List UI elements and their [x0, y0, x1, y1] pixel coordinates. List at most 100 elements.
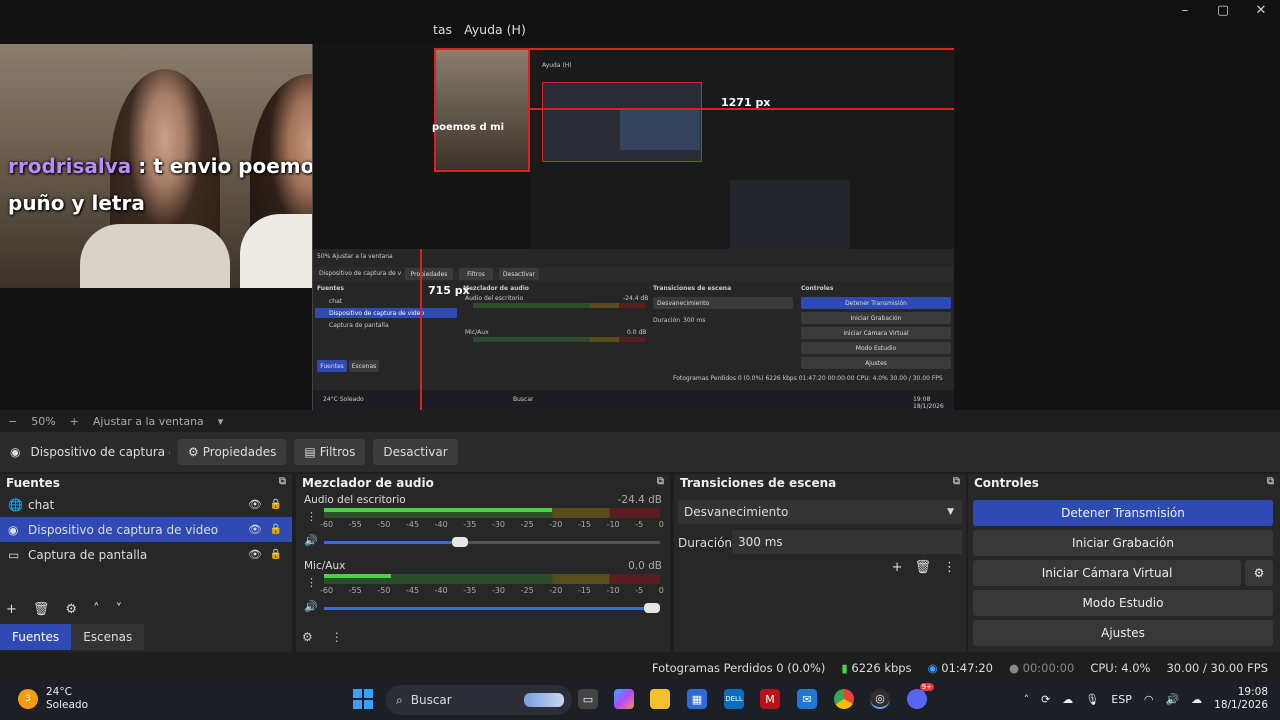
onedrive-icon[interactable]: ☁ [1062, 693, 1073, 706]
undock-icon[interactable]: ⧉ [1267, 476, 1274, 487]
undock-icon[interactable]: ⧉ [657, 476, 664, 487]
copilot-icon[interactable] [614, 689, 634, 709]
stop-stream-button[interactable]: Detener Transmisión [973, 500, 1273, 526]
volume-knob[interactable] [452, 537, 469, 547]
source-label: Captura de pantalla [28, 547, 148, 562]
nested-mixer-ch2: Mic/Aux [465, 329, 489, 336]
store-icon[interactable]: ▦ [687, 689, 707, 709]
duration-input[interactable]: 300 ms [732, 530, 962, 554]
add-transition-icon[interactable]: + [892, 560, 903, 575]
zoom-in-button[interactable]: + [70, 415, 79, 428]
lock-icon[interactable]: 🔒 [270, 499, 282, 510]
gear-icon[interactable]: ⚙ [65, 602, 77, 617]
tick-label: -50 [377, 586, 391, 595]
tab-scenes[interactable]: Escenas [71, 624, 145, 650]
microphone-icon[interactable]: 🎙 [1085, 693, 1099, 706]
discord-icon[interactable]: 9+ [907, 683, 934, 709]
advanced-audio-icon[interactable]: ⚙ [302, 630, 313, 644]
source-item[interactable]: ◉ Dispositivo de captura de video 👁 🔒 [0, 517, 292, 542]
clock[interactable]: 19:08 18/1/2026 [1214, 686, 1268, 712]
fit-to-window[interactable]: Ajustar a la ventana [93, 415, 204, 428]
minimize-button[interactable]: – [1166, 0, 1204, 20]
transitions-title: Transiciones de escena [680, 476, 837, 490]
sync-icon[interactable]: ⟳ [1041, 693, 1050, 706]
close-button[interactable]: ✕ [1242, 0, 1280, 20]
mixer-menu-icon[interactable]: ⋮ [331, 630, 343, 644]
filters-button[interactable]: ▤ Filtros [294, 439, 366, 465]
wifi-icon[interactable]: ◠ [1144, 693, 1154, 706]
volume-icon[interactable]: 🔊 [304, 600, 318, 613]
start-recording-button[interactable]: Iniciar Grabación [973, 530, 1273, 556]
chrome-icon[interactable] [834, 689, 854, 709]
volume-icon[interactable]: 🔊 [1165, 693, 1179, 706]
dell-icon[interactable]: DELL [724, 689, 744, 709]
trash-icon[interactable]: 🗑 [914, 560, 931, 575]
volume-slider-fill [324, 541, 469, 544]
nested-ctrl-4: Modo Estudio [801, 342, 951, 354]
tick-label: -35 [463, 586, 477, 595]
source-item[interactable]: ▭ Captura de pantalla 👁 🔒 [0, 542, 292, 567]
maximize-button[interactable]: ▢ [1204, 0, 1242, 20]
undock-icon[interactable]: ⧉ [953, 476, 960, 487]
tick-label: -45 [405, 586, 420, 595]
studio-mode-button[interactable]: Modo Estudio [973, 590, 1273, 616]
height-guide-label: 715 px [428, 284, 470, 297]
lock-icon[interactable]: 🔒 [270, 524, 282, 535]
file-explorer-icon[interactable] [650, 689, 670, 709]
properties-button[interactable]: ⚙ Propiedades [178, 439, 287, 465]
nested-mixer-ch1: Audio del escritorio [465, 295, 524, 302]
transition-select[interactable]: Desvanecimiento ▼ [678, 500, 962, 524]
volume-slider[interactable] [324, 537, 660, 547]
channel-menu-icon[interactable]: ⋮ [306, 510, 317, 523]
menu-item-tools[interactable]: tas [433, 22, 452, 37]
zoom-dropdown-icon[interactable]: ▾ [218, 415, 224, 428]
tab-sources[interactable]: Fuentes [0, 624, 72, 650]
obs-icon[interactable]: ◎ [870, 689, 890, 709]
menu-item-help[interactable]: Ayuda (H) [464, 22, 526, 37]
zoom-out-button[interactable]: − [8, 415, 17, 428]
windows-start-icon[interactable] [353, 689, 373, 709]
volume-slider[interactable] [324, 603, 660, 613]
nested-ctrl-2: Iniciar Grabación [801, 312, 951, 324]
cloud-icon[interactable]: ☁ [1191, 693, 1202, 706]
source-item[interactable]: 🌐 chat 👁 🔒 [0, 492, 292, 517]
move-down-icon[interactable]: ˅ [116, 602, 123, 617]
lock-icon[interactable]: 🔒 [270, 549, 282, 560]
trash-icon[interactable]: 🗑 [33, 602, 50, 617]
nested-mixer-title: Mezclador de audio [463, 285, 529, 292]
volume-knob[interactable] [644, 603, 660, 613]
eye-icon[interactable]: 👁 [248, 523, 262, 536]
dock-title: Fuentes ⧉ [0, 474, 292, 492]
weather-widget[interactable]: 3 24°C Soleado [18, 686, 88, 712]
duration-label: Duración [678, 536, 733, 550]
channel-name: Mic/Aux [304, 560, 346, 572]
add-source-icon[interactable]: + [6, 602, 17, 617]
move-up-icon[interactable]: ˄ [93, 602, 100, 617]
nested-duration-value: 300 ms [683, 317, 706, 324]
channel-menu-icon[interactable]: ⋮ [306, 576, 317, 589]
mixer-channels: Audio del escritorio -24.4 dB ⋮ -60 -55 -50 -4… [296, 492, 670, 624]
title-bar: tas Ayuda (H) – ▢ ✕ [0, 0, 1280, 44]
nested-level-3 [620, 110, 700, 150]
menu-icon[interactable]: ⋮ [943, 560, 956, 575]
undock-icon[interactable]: ⧉ [279, 476, 286, 487]
settings-button[interactable]: Ajustes [973, 620, 1273, 646]
clock-date: 18/1/2026 [1214, 699, 1268, 711]
start-virtual-camera-button[interactable]: Iniciar Cámara Virtual [973, 560, 1241, 586]
tick-label: -25 [520, 520, 534, 529]
mcafee-icon[interactable]: M [760, 689, 780, 709]
mail-icon[interactable]: ✉ [797, 689, 817, 709]
preview-canvas[interactable]: rrodrisalva : t envio poemos d mi puño y… [0, 44, 1280, 410]
selected-source-label: Dispositivo de captura de v [30, 445, 170, 459]
disable-button[interactable]: Desactivar [373, 439, 458, 465]
shirt-left [80, 224, 230, 288]
volume-icon[interactable]: 🔊 [304, 534, 318, 547]
tick-label: -10 [606, 520, 620, 529]
task-view-icon[interactable]: ▭ [578, 689, 598, 709]
virtual-camera-settings-icon[interactable]: ⚙ [1245, 560, 1273, 586]
chevron-up-icon[interactable]: ˄ [1024, 693, 1030, 706]
language-indicator[interactable]: ESP [1111, 693, 1132, 706]
eye-icon[interactable]: 👁 [248, 548, 262, 561]
taskbar-search[interactable]: ⌕ Buscar [386, 685, 572, 715]
eye-icon[interactable]: 👁 [248, 498, 262, 511]
